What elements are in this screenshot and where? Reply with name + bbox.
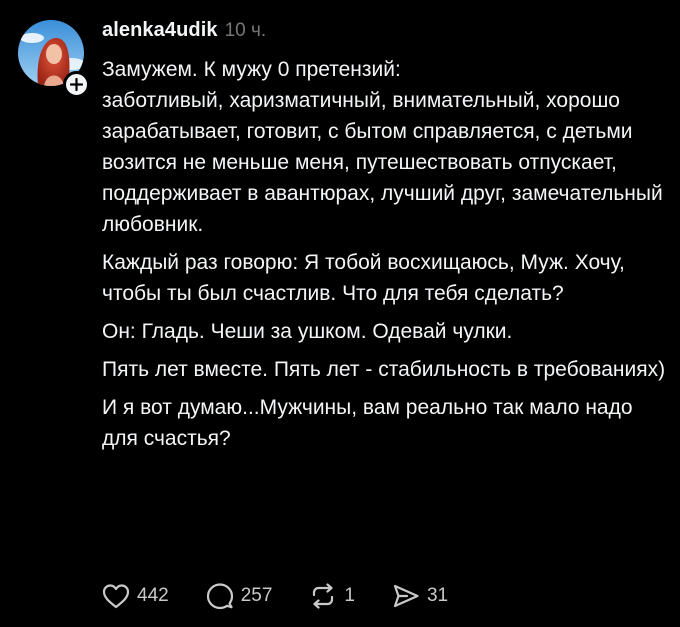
heart-icon — [102, 584, 130, 609]
post-paragraph: Замужем. К мужу 0 претензий: заботливый,… — [102, 58, 663, 236]
reply-button[interactable]: 257 — [206, 582, 273, 610]
plus-icon — [70, 78, 83, 91]
repost-button[interactable]: 1 — [309, 583, 355, 609]
share-count: 31 — [426, 585, 449, 606]
author-avatar-container[interactable] — [18, 20, 90, 98]
author-username[interactable]: alenka4udik — [102, 19, 218, 42]
speech-bubble-icon — [206, 583, 233, 610]
post-paragraph: Каждый раз говорю: Я тобой восхищаюсь, М… — [102, 251, 625, 305]
post-text: Замужем. К мужу 0 претензий: заботливый,… — [102, 54, 672, 461]
thread-post: alenka4udik 10 ч. Замужем. К мужу 0 прет… — [0, 0, 680, 627]
send-icon — [393, 584, 419, 608]
like-count: 442 — [137, 585, 169, 606]
share-button[interactable]: 31 — [392, 583, 448, 609]
post-actions: 442 257 1 31 — [102, 581, 485, 611]
post-header: alenka4udik 10 ч. — [102, 19, 266, 45]
repost-count: 1 — [344, 585, 355, 606]
repost-icon — [313, 583, 334, 609]
post-paragraph: И я вот думаю...Мужчины, вам реально так… — [102, 396, 633, 450]
post-timestamp[interactable]: 10 ч. — [225, 20, 267, 42]
reply-count: 257 — [240, 585, 273, 606]
post-paragraph: Он: Гладь. Чеши за ушком. Одевай чулки. — [102, 320, 513, 343]
post-paragraph: Пять лет вместе. Пять лет - стабильность… — [102, 358, 666, 381]
follow-button[interactable] — [63, 71, 90, 98]
like-button[interactable]: 442 — [102, 583, 169, 609]
